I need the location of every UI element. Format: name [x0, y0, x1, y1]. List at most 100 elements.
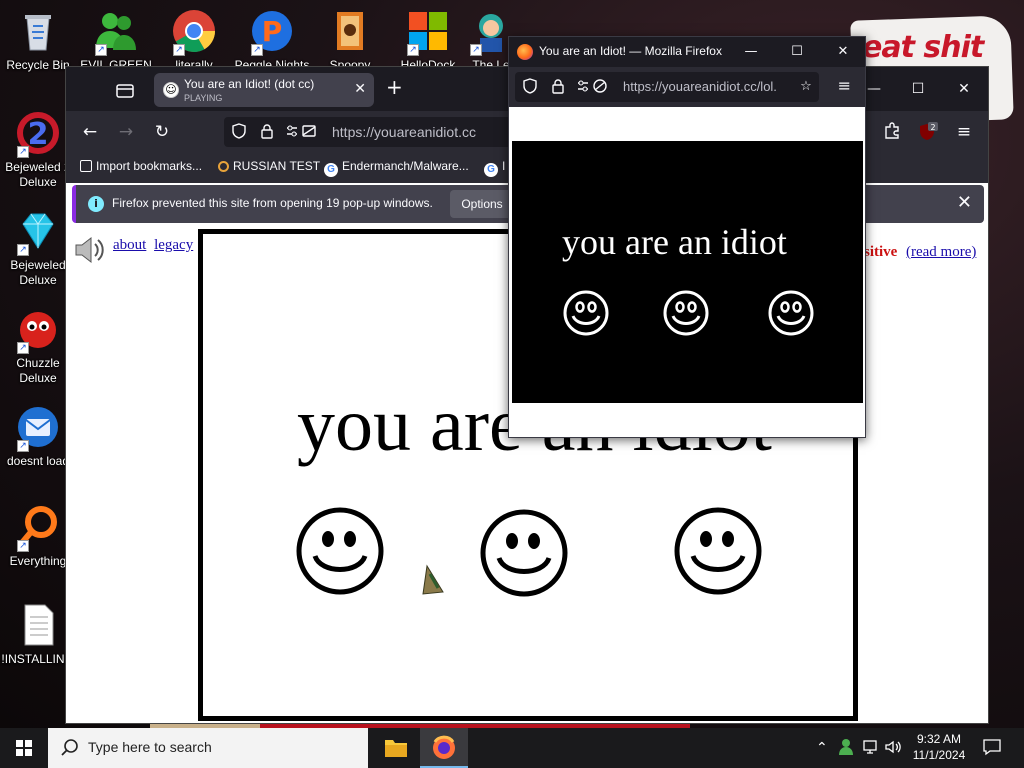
- svg-text:2: 2: [930, 123, 935, 132]
- smiley-favicon-icon: ☺: [163, 82, 179, 98]
- positive-text: sitive: [864, 244, 898, 260]
- diamond-icon: ↗: [15, 208, 61, 256]
- taskbar: Type here to search ⌃ 9:32 AM 11/1/2024: [0, 728, 1024, 768]
- smiley-face-icon: [768, 290, 814, 336]
- shortcut-arrow-icon: ↗: [95, 44, 107, 56]
- desktop-icon-bejeweled-2[interactable]: 2 ↗ Bejeweled 2 Deluxe: [0, 110, 76, 190]
- busy-cursor-icon: [422, 564, 444, 595]
- desktop-icon-chuzzle[interactable]: ↗ Chuzzle Deluxe: [0, 306, 76, 386]
- speaker-icon[interactable]: [72, 233, 106, 267]
- close-notification-icon[interactable]: ✕: [957, 193, 972, 213]
- close-window-button[interactable]: ✕: [950, 77, 978, 101]
- shortcut-arrow-icon: ↗: [17, 146, 29, 158]
- lock-icon[interactable]: [549, 78, 567, 96]
- shortcut-arrow-icon: ↗: [17, 540, 29, 552]
- shortcut-arrow-icon: ↗: [407, 44, 419, 56]
- extensions-icon[interactable]: [880, 121, 904, 143]
- desktop-icon-literally[interactable]: ↗ literally: [156, 8, 232, 73]
- reload-button[interactable]: ↻: [150, 121, 174, 143]
- desktop-icon-hellodock[interactable]: ↗ HelloDock: [390, 8, 466, 73]
- tab-list-icon: [116, 84, 134, 98]
- shortcut-arrow-icon: ↗: [17, 342, 29, 354]
- info-icon: i: [88, 196, 104, 212]
- taskbar-file-explorer[interactable]: [372, 728, 420, 768]
- bookmark-russian-test[interactable]: RUSSIAN TEST: [218, 159, 320, 173]
- tab-list-button[interactable]: [112, 77, 138, 103]
- recycle-bin-icon: [15, 8, 61, 54]
- smiley-face-icon: [480, 509, 568, 597]
- popup-maximize-button[interactable]: ☐: [785, 41, 809, 63]
- spoopy-icon: [327, 8, 373, 54]
- desktop-icon-doesnt-load[interactable]: ↗ doesnt load: [0, 404, 76, 469]
- new-tab-button[interactable]: +: [386, 77, 403, 97]
- smiley-face-icon: [296, 507, 384, 595]
- shortcut-arrow-icon: ↗: [251, 44, 263, 56]
- clock-date: 11/1/2024: [912, 748, 966, 762]
- taskbar-firefox[interactable]: [420, 728, 468, 768]
- folder-icon: [385, 740, 407, 757]
- firefox-icon: [433, 735, 455, 759]
- bookmark-star-icon[interactable]: ☆: [797, 78, 815, 96]
- desktop-icon-installin[interactable]: !INSTALLIN...: [0, 602, 76, 667]
- volume-icon[interactable]: [884, 738, 902, 762]
- desktop-icon-evil-green[interactable]: ↗ EVIL GREEN: [78, 8, 154, 73]
- magnifier-icon: [218, 161, 229, 172]
- permissions-icon[interactable]: [575, 78, 611, 96]
- shield-icon[interactable]: [230, 123, 248, 141]
- about-link[interactable]: about: [113, 237, 146, 253]
- url-text: https://youareanidiot.cc: [332, 124, 476, 140]
- smiley-face-icon: [563, 290, 609, 336]
- read-more-link[interactable]: (read more): [906, 244, 976, 261]
- desktop-icon-peggle-nights[interactable]: P ↗ Peggle Nights: [234, 8, 310, 73]
- windows-start-icon: [16, 740, 32, 756]
- svg-text:P: P: [262, 15, 283, 48]
- user-tray-icon[interactable]: [838, 738, 854, 762]
- ublock-extension-icon[interactable]: 2: [916, 121, 940, 143]
- users-icon: ↗: [93, 8, 139, 56]
- search-box[interactable]: Type here to search: [48, 728, 368, 768]
- desktop-icon-everything[interactable]: ↗ Everything: [0, 504, 76, 569]
- bookmark-import[interactable]: Import bookmarks...: [80, 159, 202, 173]
- maximize-button[interactable]: ☐: [904, 77, 932, 101]
- popup-title: You are an Idiot! — Mozilla Firefox: [539, 44, 722, 58]
- show-hidden-icons-chevron[interactable]: ⌃: [816, 738, 828, 758]
- shortcut-arrow-icon: ↗: [17, 244, 29, 256]
- import-icon: [80, 160, 92, 172]
- bookmark-google[interactable]: GI: [484, 159, 505, 177]
- popup-url-bar[interactable]: https://youareanidiot.cc/lol. ☆: [515, 72, 819, 102]
- shortcut-arrow-icon: ↗: [470, 44, 482, 56]
- menu-icon[interactable]: ≡: [952, 121, 976, 143]
- tab-youareanidiot[interactable]: ☺ You are an Idiot! (dot cc) PLAYING ✕: [154, 73, 374, 107]
- search-icon: [60, 738, 80, 758]
- peggle-icon: P ↗: [249, 8, 295, 56]
- desktop-icon-bejeweled[interactable]: ↗ Bejeweled Deluxe: [0, 208, 76, 288]
- close-tab-icon[interactable]: ✕: [354, 81, 366, 97]
- start-button[interactable]: [0, 728, 48, 768]
- bookmark-endermanch-malware[interactable]: G Endermanch/Malware...: [324, 159, 469, 177]
- shortcut-arrow-icon: ↗: [17, 440, 29, 452]
- tab-title: You are an Idiot! (dot cc): [184, 77, 315, 91]
- options-button[interactable]: Options: [450, 190, 514, 218]
- popup-animation-box[interactable]: you are an idiot: [512, 141, 863, 403]
- popup-menu-icon[interactable]: ≡: [838, 76, 851, 95]
- permissions-icon[interactable]: [284, 123, 320, 141]
- shortcut-arrow-icon: ↗: [173, 44, 185, 56]
- everything-search-icon: ↗: [15, 504, 61, 552]
- legacy-link[interactable]: legacy: [154, 237, 193, 253]
- clock[interactable]: 9:32 AM 11/1/2024: [906, 731, 972, 763]
- network-icon[interactable]: [862, 738, 880, 762]
- desktop-icon-spoopy[interactable]: Spoopy: [312, 8, 388, 73]
- popup-title-bar: You are an Idiot! — Mozilla Firefox — ☐ …: [509, 37, 865, 67]
- back-button[interactable]: ←: [78, 121, 102, 143]
- desktop-icon-recycle-bin[interactable]: Recycle Bin: [0, 8, 76, 73]
- shield-icon[interactable]: [521, 78, 539, 96]
- popup-close-button[interactable]: ✕: [831, 41, 855, 63]
- forward-button[interactable]: →: [114, 121, 138, 143]
- popup-minimize-button[interactable]: —: [739, 41, 763, 63]
- bejeweled2-icon: 2 ↗: [15, 110, 61, 158]
- lock-icon[interactable]: [258, 123, 276, 141]
- notifications-icon[interactable]: [982, 738, 1002, 762]
- google-icon: G: [484, 163, 498, 177]
- popup-headline: you are an idiot: [562, 222, 787, 262]
- google-icon: G: [324, 163, 338, 177]
